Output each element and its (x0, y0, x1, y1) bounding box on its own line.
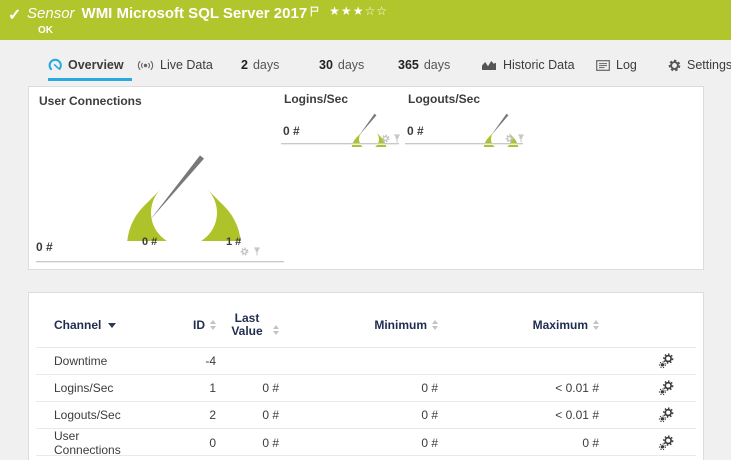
flag-icon[interactable] (310, 4, 319, 22)
column-label: ID (193, 318, 205, 332)
gear-icon[interactable] (240, 247, 249, 256)
channels-panel: Channel ID Last Value Minimum Maximum Do… (28, 292, 704, 460)
tab-number: 30 (319, 58, 333, 72)
tab-label: Settings (687, 58, 731, 72)
channel-min: 0 # (421, 408, 438, 422)
gauge-needle (150, 155, 204, 220)
column-label: Minimum (374, 318, 427, 332)
tab-2-days[interactable]: 2 days (241, 50, 279, 80)
primary-gauge-value: 0 # (36, 240, 53, 254)
column-label: Last Value (231, 311, 263, 338)
pin-icon[interactable] (517, 134, 525, 143)
channel-name[interactable]: Downtime (36, 354, 146, 368)
column-header-minimum[interactable]: Minimum (279, 318, 438, 332)
channel-name[interactable]: User Connections (36, 429, 146, 457)
channels-table-header: Channel ID Last Value Minimum Maximum (36, 303, 696, 348)
gear-icon[interactable] (381, 134, 390, 143)
gauge-needle (491, 113, 509, 136)
table-row[interactable]: Downtime -4 (36, 348, 696, 375)
sensor-kind-label: Sensor (27, 5, 75, 22)
tab-label: days (252, 58, 280, 72)
table-row[interactable]: Logins/Sec 1 0 # 0 # < 0.01 # (36, 375, 696, 402)
tab-overview[interactable]: Overview (48, 50, 132, 81)
tab-30-days[interactable]: 30 days (319, 50, 364, 80)
channel-id: 2 (209, 408, 216, 422)
gauge-scale-max: 1 # (226, 236, 242, 248)
channel-min: 0 # (421, 436, 438, 450)
status-badge: OK (38, 25, 53, 36)
tab-bar: Overview Live Data 2 days 30 days 365 da… (0, 50, 731, 81)
channel-name[interactable]: Logouts/Sec (36, 408, 146, 422)
tab-live-data[interactable]: Live Data (137, 50, 213, 80)
column-header-maximum[interactable]: Maximum (438, 318, 599, 332)
column-header-last-value[interactable]: Last Value (216, 312, 279, 338)
tab-historic-data[interactable]: Historic Data (481, 50, 575, 80)
tab-label: days (337, 58, 365, 72)
table-row[interactable]: User Connections 0 0 # 0 # 0 # (36, 429, 696, 457)
logouts-gauge-value: 0 # (407, 124, 424, 138)
gauge-scale-min: 0 # (142, 236, 158, 248)
channel-settings-icon[interactable] (599, 435, 696, 451)
channel-last: 0 # (262, 381, 279, 395)
tab-365-days[interactable]: 365 days (398, 50, 450, 80)
gauge-icon (48, 58, 62, 72)
tab-log[interactable]: Log (596, 50, 637, 80)
channel-max: < 0.01 # (555, 381, 599, 395)
tab-label: days (423, 58, 451, 72)
channel-max: < 0.01 # (555, 408, 599, 422)
gauge-card-divider (36, 261, 284, 262)
channel-settings-icon[interactable] (599, 380, 696, 396)
gauge-needle (359, 113, 377, 136)
tab-label: Live Data (160, 58, 213, 72)
sort-desc-icon (108, 322, 117, 328)
sensor-status-header: ✓ Sensor WMI Microsoft SQL Server 2017 ★… (0, 0, 731, 40)
tab-number: 365 (398, 58, 419, 72)
column-label: Channel (54, 318, 102, 332)
pin-icon[interactable] (253, 247, 261, 256)
channel-id: -4 (205, 354, 216, 368)
area-chart-icon (481, 59, 497, 71)
channel-settings-icon[interactable] (599, 407, 696, 423)
logins-gauge-title: Logins/Sec (284, 92, 349, 106)
channel-last: 0 # (262, 408, 279, 422)
log-icon (596, 59, 610, 71)
gauge-card-divider (281, 143, 399, 144)
table-row[interactable]: Logouts/Sec 2 0 # 0 # < 0.01 # (36, 402, 696, 429)
channel-min: 0 # (421, 381, 438, 395)
channel-id: 0 (209, 436, 216, 450)
sensor-title: WMI Microsoft SQL Server 2017 (81, 5, 308, 22)
column-label: Maximum (532, 318, 588, 332)
ok-check-icon: ✓ (8, 7, 22, 24)
user-connections-gauge (127, 155, 241, 241)
gauge-card-divider (405, 143, 523, 144)
priority-stars[interactable]: ★★★☆☆ (329, 4, 388, 18)
sort-icon (593, 319, 599, 330)
tab-label: Overview (68, 58, 124, 72)
tab-label: Historic Data (503, 58, 575, 72)
gear-icon[interactable] (505, 134, 514, 143)
column-header-id[interactable]: ID (146, 318, 216, 332)
tab-label: Log (616, 58, 637, 72)
channel-name[interactable]: Logins/Sec (36, 381, 146, 395)
channel-max: 0 # (582, 436, 599, 450)
logouts-gauge-title: Logouts/Sec (408, 92, 481, 106)
channel-settings-icon[interactable] (599, 353, 696, 369)
logins-gauge-value: 0 # (283, 124, 300, 138)
channel-id: 1 (209, 381, 216, 395)
gauges-panel: User Connections 0 # 1 # 0 # Logins/Sec … (28, 86, 704, 270)
channel-last: 0 # (262, 436, 279, 450)
pin-icon[interactable] (393, 134, 401, 143)
broadcast-icon (137, 59, 154, 72)
column-header-channel[interactable]: Channel (36, 318, 146, 332)
tab-number: 2 (241, 58, 248, 72)
tab-settings[interactable]: Settings (668, 50, 731, 80)
sensor-overview-page: ✓ Sensor WMI Microsoft SQL Server 2017 ★… (0, 0, 731, 460)
gear-icon (668, 59, 681, 72)
